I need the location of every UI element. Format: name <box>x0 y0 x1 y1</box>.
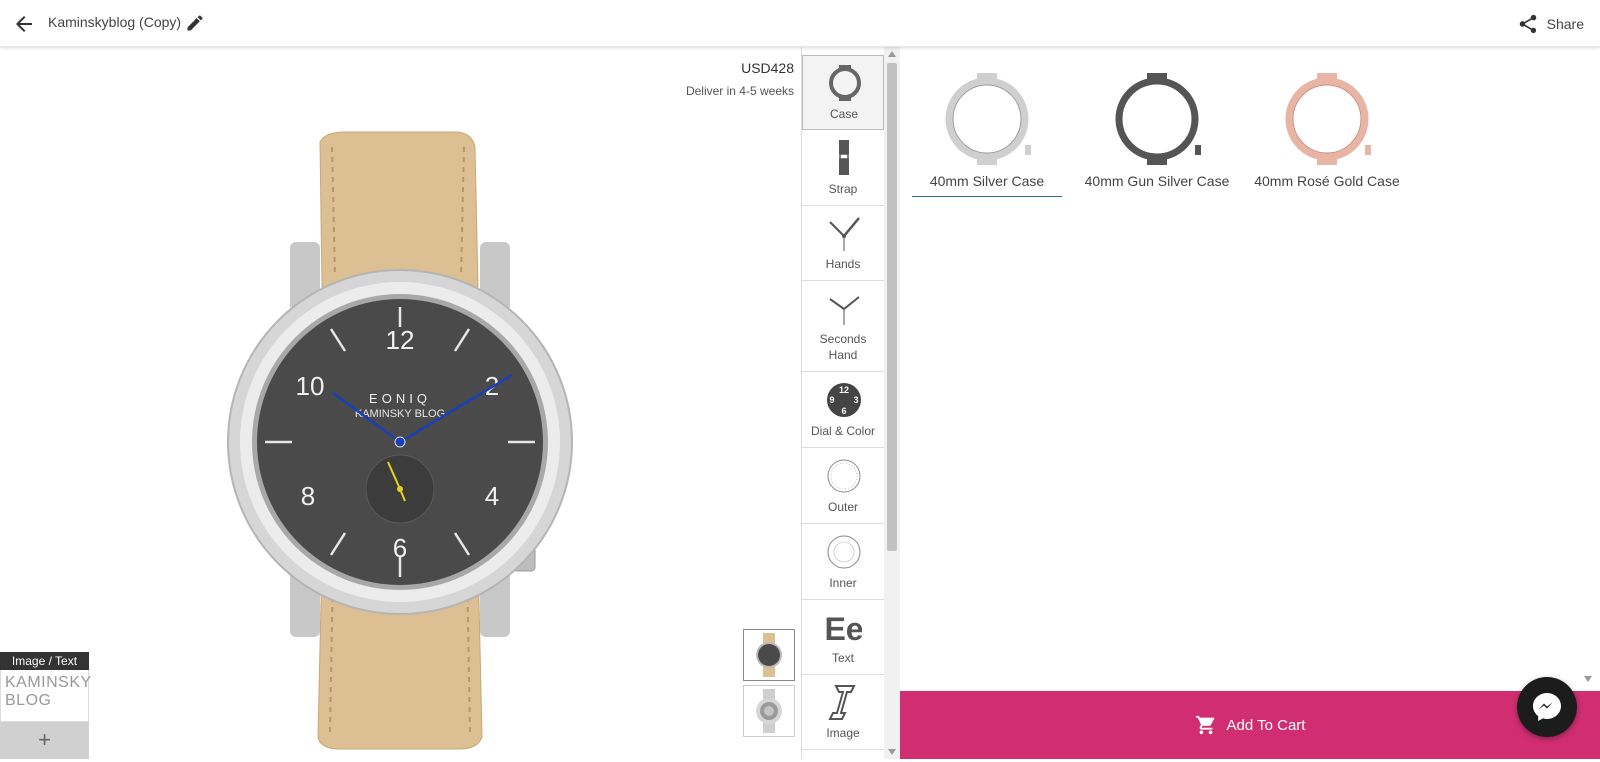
component-outer[interactable]: Outer <box>802 449 884 524</box>
dial-icon-6: 6 <box>841 406 846 416</box>
component-label: Strap <box>828 182 858 196</box>
component-label: Image <box>826 726 860 740</box>
share-icon <box>1519 14 1536 34</box>
front-view-thumbnail[interactable] <box>743 629 795 681</box>
dial-icon-9: 9 <box>829 395 834 405</box>
share-label: Share <box>1546 16 1584 32</box>
watch-back-icon <box>756 689 782 733</box>
component-image[interactable]: Image <box>802 675 884 750</box>
options-scroll-down-icon[interactable] <box>1584 676 1592 682</box>
watch-preview[interactable]: 12 10 2 8 4 6 EONIQ KAMINSKY BLOG <box>220 87 580 762</box>
messenger-chat-button[interactable] <box>1517 677 1577 737</box>
component-text[interactable]: Ee Text <box>802 600 884 675</box>
arrow-left-icon <box>16 16 32 32</box>
component-dial-color[interactable]: 12 3 6 9 Dial & Color <box>802 373 884 448</box>
share-button[interactable]: Share <box>1517 12 1584 36</box>
strap-top <box>319 131 479 288</box>
project-title: Kaminskyblog (Copy) <box>48 14 182 30</box>
component-sidebar: Case Strap Hands Seconds Hand 12 3 6 9 D… <box>801 47 884 759</box>
scroll-up-arrow-icon[interactable] <box>888 51 896 57</box>
messenger-icon <box>1533 693 1561 721</box>
silver-case-icon <box>945 73 1031 165</box>
inner-ring-icon <box>827 535 861 569</box>
component-label: Case <box>829 107 858 121</box>
gun-silver-case-icon <box>1115 73 1201 165</box>
component-label: Hands <box>825 257 861 271</box>
numeral-12: 12 <box>386 325 415 355</box>
component-hands[interactable]: Hands <box>802 206 884 281</box>
option-gun-silver-case[interactable]: 40mm Gun Silver Case <box>1082 67 1232 197</box>
option-label: 40mm Silver Case <box>929 173 1045 189</box>
sidebar-scrollbar[interactable] <box>884 47 900 759</box>
text-icon: Ee <box>826 611 862 646</box>
strap-icon <box>839 140 849 175</box>
option-grid: 40mm Silver Case 40mm Gun Silver Case 40… <box>900 47 1600 690</box>
layer-panel-title: Image / Text <box>0 652 89 670</box>
component-strap[interactable]: Strap <box>802 131 884 206</box>
component-label: Text <box>831 651 854 665</box>
delivery-estimate: Deliver in 4-5 weeks <box>685 84 794 98</box>
edit-name-button[interactable] <box>185 13 205 33</box>
component-label: Outer <box>827 500 858 514</box>
dial-brand: EONIQ <box>369 391 431 406</box>
numeral-10: 10 <box>296 371 325 401</box>
layer-text-line2: BLOG <box>5 692 52 709</box>
dial-icon-3: 3 <box>853 395 858 405</box>
pencil-icon <box>187 15 203 31</box>
option-label: 40mm Gun Silver Case <box>1084 173 1230 189</box>
option-label: 40mm Rosé Gold Case <box>1254 173 1400 189</box>
component-seconds-hand[interactable]: Seconds Hand <box>802 281 884 372</box>
layer-item-text[interactable]: KAMINSKY BLOG <box>0 670 92 722</box>
component-label: Seconds Hand <box>819 332 867 362</box>
dial-icon-12: 12 <box>839 385 849 395</box>
add-to-cart-button[interactable]: Add To Cart <box>900 691 1600 759</box>
dial-icon: 12 3 6 9 <box>827 383 861 417</box>
image-icon <box>828 685 856 720</box>
option-silver-case[interactable]: 40mm Silver Case <box>912 67 1062 197</box>
component-case[interactable]: Case <box>802 55 884 130</box>
back-view-thumbnail[interactable] <box>743 685 795 737</box>
numeral-8: 8 <box>301 481 315 511</box>
scroll-down-arrow-icon[interactable] <box>888 749 896 755</box>
case-icon <box>829 65 861 101</box>
top-bar: Kaminskyblog (Copy) Share <box>0 0 1600 47</box>
layer-panel: Image / Text KAMINSKY BLOG + <box>0 652 92 759</box>
watch-front-icon <box>756 633 782 677</box>
hands-icon <box>829 217 860 251</box>
option-rose-gold-case[interactable]: 40mm Rosé Gold Case <box>1252 67 1402 197</box>
cart-icon <box>1195 715 1214 735</box>
component-label: Dial & Color <box>810 424 876 438</box>
component-label: Inner <box>829 576 857 590</box>
scroll-thumb[interactable] <box>887 63 897 551</box>
seconds-hand-icon <box>829 296 860 325</box>
component-inner[interactable]: Inner <box>802 525 884 600</box>
watch-preview-area: USD428 Deliver in 4-5 weeks 12 10 8 4 6 … <box>0 47 800 759</box>
outer-ring-icon <box>827 459 861 493</box>
rose-gold-case-icon <box>1285 73 1371 165</box>
numeral-4: 4 <box>485 481 499 511</box>
text-icon-glyph: Ee <box>826 611 862 646</box>
back-button[interactable] <box>12 12 36 36</box>
price-label: USD428 <box>741 60 794 76</box>
add-layer-button[interactable]: + <box>0 722 89 759</box>
add-to-cart-label: Add To Cart <box>1226 716 1306 734</box>
layer-text-line1: KAMINSKY <box>5 674 92 691</box>
numeral-6: 6 <box>393 533 407 563</box>
